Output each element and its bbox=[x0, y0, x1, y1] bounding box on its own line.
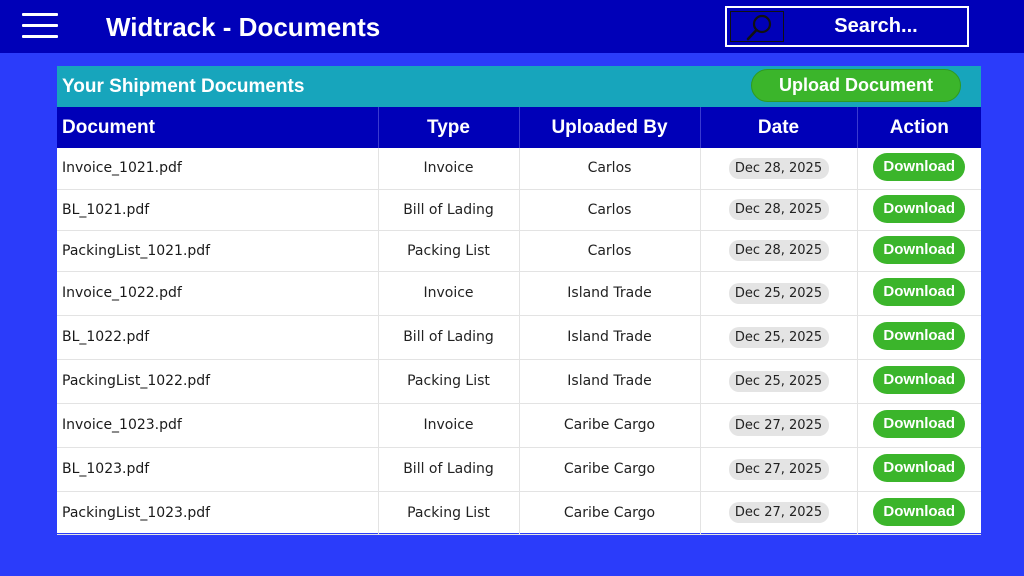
action-cell: Download bbox=[857, 447, 981, 492]
action-cell: Download bbox=[857, 271, 981, 316]
download-button[interactable]: Download bbox=[873, 497, 966, 526]
date-badge: Dec 27, 2025 bbox=[728, 458, 829, 480]
search-icon-box[interactable] bbox=[730, 11, 784, 42]
uploaded-by: Carlos bbox=[519, 148, 701, 190]
download-button[interactable]: Download bbox=[873, 366, 966, 394]
date-badge: Dec 28, 2025 bbox=[728, 199, 829, 220]
uploaded-by: Island Trade bbox=[519, 271, 701, 316]
upload-document-button[interactable]: Upload Document bbox=[751, 69, 961, 102]
download-button[interactable]: Download bbox=[873, 194, 966, 223]
action-cell: Download bbox=[857, 189, 981, 231]
document-type: Bill of Lading bbox=[378, 189, 520, 231]
download-button[interactable]: Download bbox=[873, 322, 966, 350]
download-button[interactable]: Download bbox=[873, 454, 966, 482]
document-name: Invoice_1022.pdf bbox=[57, 271, 379, 316]
document-name: PackingList_1023.pdf bbox=[57, 491, 379, 535]
document-type: Packing List bbox=[378, 359, 520, 404]
table-row: Invoice_1023.pdf Invoice Caribe Cargo Dec 2… bbox=[57, 403, 981, 448]
uploaded-by: Carlos bbox=[519, 189, 701, 231]
uploaded-by: Island Trade bbox=[519, 359, 701, 404]
table-row: Invoice_1021.pdf Invoice Carlos Dec 28, 202… bbox=[57, 148, 981, 190]
app-title: Widtrack - Documents bbox=[106, 12, 381, 42]
table-row: PackingList_1022.pdf Packing List Island T… bbox=[57, 359, 981, 404]
document-type: Invoice bbox=[378, 271, 520, 316]
search-icon bbox=[746, 14, 772, 41]
date-cell: Dec 25, 2025 bbox=[700, 271, 858, 316]
search-input[interactable]: Search... bbox=[787, 8, 965, 45]
date-badge: Dec 25, 2025 bbox=[728, 326, 829, 348]
document-name: PackingList_1021.pdf bbox=[57, 230, 379, 272]
document-type: Bill of Lading bbox=[378, 447, 520, 492]
documents-table: Document Type Uploaded By Date Action In… bbox=[57, 107, 981, 535]
uploaded-by: Caribe Cargo bbox=[519, 491, 701, 535]
table-body: Invoice_1021.pdf Invoice Carlos Dec 28, 202… bbox=[57, 148, 981, 535]
uploaded-by: Caribe Cargo bbox=[519, 447, 701, 492]
uploaded-by: Caribe Cargo bbox=[519, 403, 701, 448]
table-row: BL_1023.pdf Bill of Lading Caribe Cargo Dec… bbox=[57, 447, 981, 492]
action-cell: Download bbox=[857, 491, 981, 535]
date-cell: Dec 27, 2025 bbox=[700, 403, 858, 448]
date-cell: Dec 25, 2025 bbox=[700, 359, 858, 404]
document-name: PackingList_1022.pdf bbox=[57, 359, 379, 404]
download-button[interactable]: Download bbox=[873, 235, 966, 264]
date-badge: Dec 27, 2025 bbox=[728, 502, 829, 523]
download-button[interactable]: Download bbox=[873, 410, 966, 438]
action-cell: Download bbox=[857, 230, 981, 272]
action-cell: Download bbox=[857, 315, 981, 360]
document-type: Invoice bbox=[378, 148, 520, 190]
document-type: Packing List bbox=[378, 230, 520, 272]
date-cell: Dec 25, 2025 bbox=[700, 315, 858, 360]
document-name: Invoice_1023.pdf bbox=[57, 403, 379, 448]
table-row: PackingList_1023.pdf Packing List Caribe C… bbox=[57, 491, 981, 535]
top-bar: Widtrack - Documents Search... bbox=[0, 0, 1024, 53]
date-badge: Dec 28, 2025 bbox=[728, 240, 829, 261]
table-row: BL_1022.pdf Bill of Lading Island Trade Dec… bbox=[57, 315, 981, 360]
action-cell: Download bbox=[857, 403, 981, 448]
document-name: BL_1022.pdf bbox=[57, 315, 379, 360]
document-type: Bill of Lading bbox=[378, 315, 520, 360]
download-button[interactable]: Download bbox=[873, 153, 966, 182]
date-badge: Dec 25, 2025 bbox=[728, 282, 829, 304]
date-cell: Dec 27, 2025 bbox=[700, 447, 858, 492]
search-box[interactable]: Search... bbox=[725, 6, 969, 47]
panel-header: Your Shipment Documents Upload Document bbox=[57, 66, 981, 107]
panel-title: Your Shipment Documents bbox=[62, 76, 305, 97]
column-header-uploaded-by[interactable]: Uploaded By bbox=[519, 107, 701, 148]
date-cell: Dec 27, 2025 bbox=[700, 491, 858, 535]
hamburger-menu-icon[interactable] bbox=[22, 13, 58, 39]
column-header-type[interactable]: Type bbox=[378, 107, 520, 148]
document-type: Invoice bbox=[378, 403, 520, 448]
date-badge: Dec 27, 2025 bbox=[728, 414, 829, 436]
uploaded-by: Island Trade bbox=[519, 315, 701, 360]
uploaded-by: Carlos bbox=[519, 230, 701, 272]
date-badge: Dec 25, 2025 bbox=[728, 370, 829, 392]
column-header-document[interactable]: Document bbox=[57, 107, 379, 148]
column-header-date[interactable]: Date bbox=[700, 107, 858, 148]
document-name: BL_1023.pdf bbox=[57, 447, 379, 492]
document-type: Packing List bbox=[378, 491, 520, 535]
date-cell: Dec 28, 2025 bbox=[700, 189, 858, 231]
date-cell: Dec 28, 2025 bbox=[700, 148, 858, 190]
table-row: BL_1021.pdf Bill of Lading Carlos Dec 28, 2… bbox=[57, 189, 981, 231]
column-header-action: Action bbox=[857, 107, 981, 148]
document-name: BL_1021.pdf bbox=[57, 189, 379, 231]
date-badge: Dec 28, 2025 bbox=[728, 157, 829, 179]
table-row: Invoice_1022.pdf Invoice Island Trade Dec 2… bbox=[57, 271, 981, 316]
action-cell: Download bbox=[857, 359, 981, 404]
download-button[interactable]: Download bbox=[873, 278, 966, 306]
table-header-row: Document Type Uploaded By Date Action bbox=[57, 107, 981, 148]
date-cell: Dec 28, 2025 bbox=[700, 230, 858, 272]
table-row: PackingList_1021.pdf Packing List Carlos De… bbox=[57, 230, 981, 272]
document-name: Invoice_1021.pdf bbox=[57, 148, 379, 190]
action-cell: Download bbox=[857, 148, 981, 190]
documents-panel: Your Shipment Documents Upload Document … bbox=[57, 66, 981, 535]
